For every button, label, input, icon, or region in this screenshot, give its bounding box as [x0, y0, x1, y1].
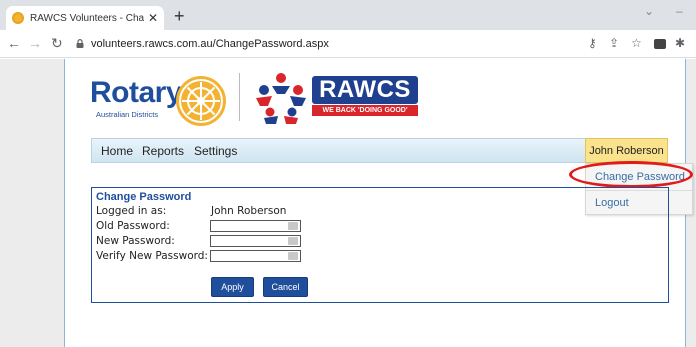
rawcs-people-icon — [256, 73, 306, 124]
minimize-icon[interactable]: – — [676, 4, 683, 18]
password-key-icon — [288, 237, 298, 245]
browser-tab[interactable]: RAWCS Volunteers - Change Pas ✕ — [6, 6, 164, 30]
new-tab-button[interactable]: + — [174, 7, 185, 25]
password-key-icon — [288, 222, 298, 230]
logo-divider — [239, 73, 240, 121]
browser-toolbar: ← → ↻ volunteers.rawcs.com.au/ChangePass… — [0, 30, 696, 58]
back-icon[interactable]: ← — [7, 36, 21, 50]
old-password-label: Old Password: — [96, 220, 170, 232]
rotary-logo-subtitle: Australian Districts — [96, 110, 159, 119]
lock-icon — [76, 39, 84, 48]
rotary-wheel-icon — [176, 76, 226, 126]
tab-title: RAWCS Volunteers - Change Pas — [30, 12, 144, 24]
change-password-panel — [91, 187, 669, 303]
key-icon[interactable]: ⚷ — [588, 37, 597, 49]
menu-item-reports[interactable]: Reports — [142, 144, 184, 158]
chevron-down-icon[interactable]: ⌄ — [644, 4, 654, 18]
apply-button[interactable]: Apply — [211, 277, 254, 297]
menu-item-settings[interactable]: Settings — [194, 144, 237, 158]
verify-password-label: Verify New Password: — [96, 250, 208, 262]
password-key-icon — [288, 252, 298, 260]
cancel-button[interactable]: Cancel — [263, 277, 308, 297]
new-password-label: New Password: — [96, 235, 175, 247]
forward-icon[interactable]: → — [28, 36, 42, 50]
reload-icon[interactable]: ↻ — [51, 36, 63, 50]
rawcs-tagline: WE BACK 'DOING GOOD' — [312, 105, 418, 116]
user-menu[interactable]: John Roberson — [585, 138, 668, 163]
logged-in-value: John Roberson — [211, 205, 287, 217]
share-icon[interactable]: ⇪ — [609, 37, 619, 49]
puzzle-icon[interactable]: ✱ — [675, 37, 685, 49]
logged-in-label: Logged in as: — [96, 205, 167, 217]
rotary-favicon-icon — [12, 12, 24, 24]
extension-icon[interactable] — [654, 39, 666, 49]
rawcs-logo-text: RAWCS — [312, 76, 418, 104]
main-menu-bar: Home Reports Settings — [91, 138, 668, 163]
close-tab-icon[interactable]: ✕ — [148, 12, 158, 24]
form-title: Change Password — [96, 191, 192, 203]
star-icon[interactable]: ☆ — [631, 37, 642, 49]
highlight-oval — [569, 161, 693, 188]
address-bar[interactable]: volunteers.rawcs.com.au/ChangePassword.a… — [91, 38, 329, 50]
menu-item-home[interactable]: Home — [101, 144, 133, 158]
rotary-logo-text: Rotary — [90, 76, 183, 109]
browser-tab-strip: RAWCS Volunteers - Change Pas ✕ + ⌄ – — [0, 0, 696, 30]
